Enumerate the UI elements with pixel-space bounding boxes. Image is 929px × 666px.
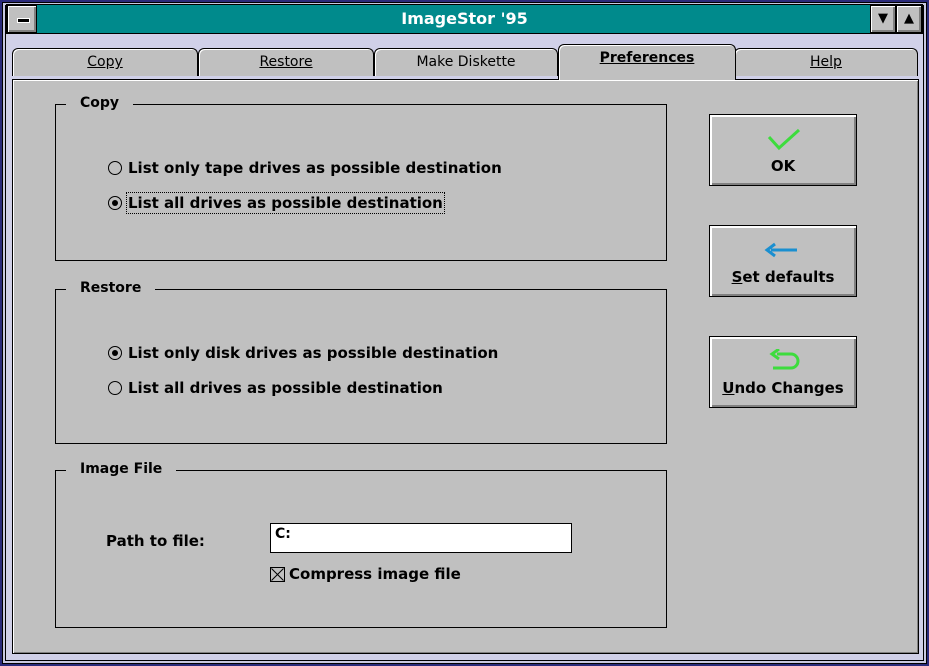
title-bar: ImageStor '95 ▼ ▲ (6, 4, 923, 34)
compress-checkbox[interactable] (270, 566, 285, 582)
maximize-button[interactable]: ▲ (896, 5, 922, 33)
restore-option-disk-only-label: List only disk drives as possible destin… (128, 344, 499, 362)
arrow-left-icon (710, 238, 856, 262)
ok-button-label: OK (770, 157, 796, 175)
triangle-up-icon: ▲ (904, 11, 914, 26)
minimize-button[interactable]: ▼ (870, 5, 896, 33)
compress-label: Compress image file (289, 565, 461, 583)
tab-preferences[interactable]: Preferences (558, 44, 736, 80)
ok-button[interactable]: OK (709, 114, 857, 186)
undo-arrow-icon (710, 349, 856, 373)
radio-button-selected[interactable] (108, 346, 122, 360)
copy-option-all-drives-label: List all drives as possible destination (126, 192, 445, 214)
undo-changes-label: Undo Changes (722, 379, 844, 397)
radio-button-selected[interactable] (108, 196, 122, 210)
tab-restore[interactable]: Restore (198, 48, 374, 76)
restore-option-all-drives[interactable]: List all drives as possible destination (108, 379, 443, 397)
radio-button[interactable] (108, 161, 122, 175)
restore-option-all-drives-label: List all drives as possible destination (128, 379, 443, 397)
image-file-group-title: Image File (66, 461, 177, 477)
image-file-groupbox: Image File Path to file: C: Compress ima… (55, 461, 667, 628)
tab-copy-label: Copy (87, 54, 123, 70)
tab-make-diskette[interactable]: Make Diskette (374, 48, 558, 76)
copy-option-tape-only[interactable]: List only tape drives as possible destin… (108, 159, 502, 177)
restore-group-title: Restore (66, 280, 156, 296)
checkmark-icon (710, 127, 856, 151)
radio-button[interactable] (108, 381, 122, 395)
preferences-panel: Copy List only tape drives as possible d… (12, 79, 919, 654)
tab-copy[interactable]: Copy (12, 48, 198, 76)
copy-option-all-drives[interactable]: List all drives as possible destination (108, 192, 445, 214)
triangle-down-icon: ▼ (878, 11, 888, 26)
compress-checkbox-row[interactable]: Compress image file (270, 565, 461, 583)
tab-help[interactable]: Help (734, 48, 918, 76)
copy-group-title: Copy (66, 95, 134, 111)
copy-groupbox: Copy List only tape drives as possible d… (55, 95, 667, 261)
path-input[interactable]: C: (270, 523, 572, 553)
tab-preferences-label: Preferences (599, 50, 695, 66)
restore-option-disk-only[interactable]: List only disk drives as possible destin… (108, 344, 498, 362)
tab-make-diskette-label: Make Diskette (416, 54, 516, 70)
tab-restore-label: Restore (259, 54, 313, 70)
tab-bar: Copy Restore Make Diskette Preferences H… (6, 44, 923, 80)
undo-changes-button[interactable]: Undo Changes (709, 336, 857, 408)
tab-help-label: Help (810, 54, 842, 70)
restore-groupbox: Restore List only disk drives as possibl… (55, 280, 667, 444)
set-defaults-label: Set defaults (731, 268, 835, 286)
window-title: ImageStor '95 (401, 9, 528, 28)
path-label: Path to file: (106, 532, 205, 550)
copy-option-tape-only-label: List only tape drives as possible destin… (128, 159, 502, 177)
set-defaults-button[interactable]: Set defaults (709, 225, 857, 297)
